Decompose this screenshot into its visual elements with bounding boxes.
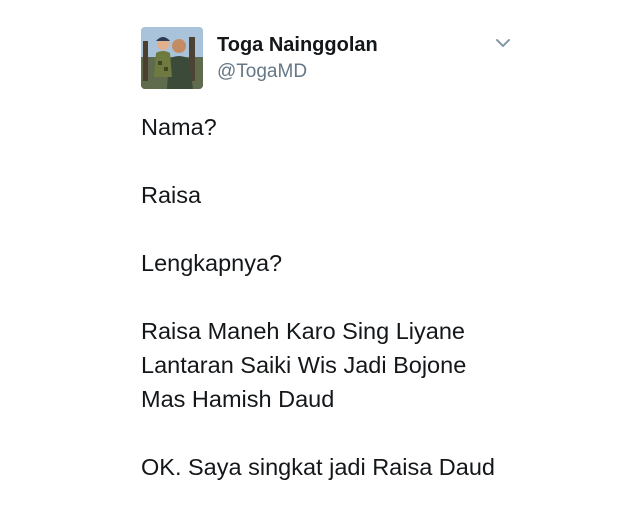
chevron-down-icon[interactable]: [494, 36, 512, 50]
avatar[interactable]: [141, 27, 203, 89]
tweet-line: OK. Saya singkat jadi Raisa Daud: [141, 454, 495, 480]
author-handle[interactable]: @TogaMD: [217, 60, 378, 84]
tweet-paragraph: Raisa: [141, 178, 631, 212]
author-info[interactable]: Toga Nainggolan @TogaMD: [217, 33, 378, 84]
tweet-paragraph: Nama?: [141, 110, 631, 144]
tweet-paragraph: Lengkapnya?: [141, 246, 631, 280]
author-display-name[interactable]: Toga Nainggolan: [217, 33, 378, 57]
tweet-line: Lengkapnya?: [141, 250, 283, 276]
tweet-line: Lantaran Saiki Wis Jadi Bojone: [141, 352, 467, 378]
tweet-line: Raisa Maneh Karo Sing Liyane: [141, 318, 465, 344]
tweet-paragraph: OK. Saya singkat jadi Raisa Daud: [141, 450, 631, 484]
tweet-text: Nama? Raisa Lengkapnya? Raisa Maneh Karo…: [141, 110, 631, 518]
tweet-line: Raisa: [141, 182, 202, 208]
tweet: Toga Nainggolan @TogaMD Nama? Raisa Leng…: [0, 0, 644, 483]
tweet-paragraph: Raisa Maneh Karo Sing Liyane Lantaran Sa…: [141, 314, 631, 416]
tweet-line: Nama?: [141, 114, 217, 140]
tweet-line: Mas Hamish Daud: [141, 386, 335, 412]
